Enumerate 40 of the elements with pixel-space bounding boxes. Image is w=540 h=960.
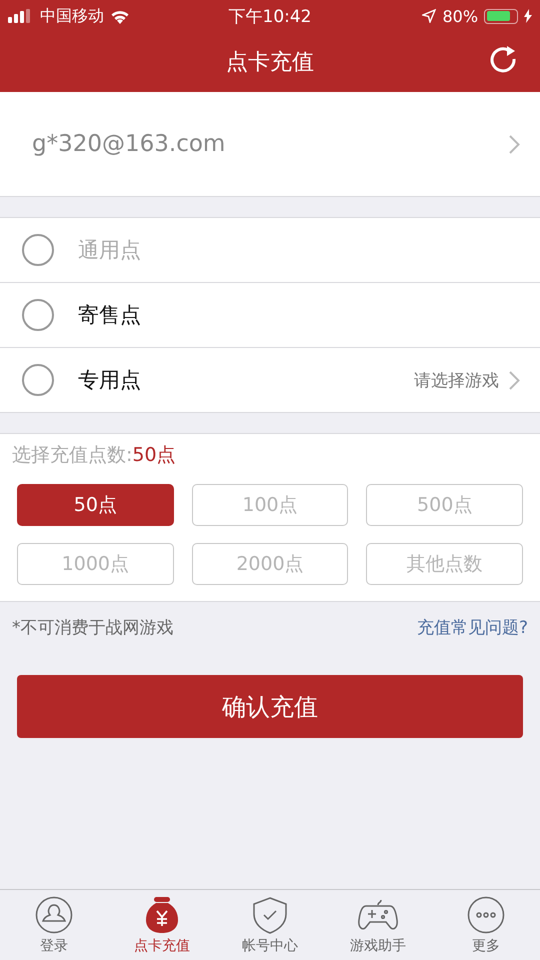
tab-label: 游戏助手 bbox=[350, 936, 406, 954]
tab-label: 帐号中心 bbox=[242, 936, 298, 954]
account-row[interactable]: g*320@163.com bbox=[0, 92, 540, 197]
point-type-label: 专用点 bbox=[78, 367, 142, 394]
point-type-option[interactable]: 寄售点 bbox=[0, 283, 540, 348]
restriction-note: *不可消费于战网游戏 bbox=[12, 617, 174, 639]
tab-item[interactable]: 登录 bbox=[0, 890, 108, 960]
account-email: g*320@163.com bbox=[32, 131, 226, 157]
radio-button[interactable] bbox=[22, 299, 54, 331]
confirm-button[interactable]: 确认充值 bbox=[17, 675, 523, 738]
page-title: 点卡充值 bbox=[226, 49, 314, 77]
shield-check-icon bbox=[251, 896, 289, 934]
more-icon bbox=[467, 896, 505, 934]
point-type-label: 通用点 bbox=[78, 237, 142, 264]
tab-label: 点卡充值 bbox=[134, 936, 190, 954]
chevron-icon bbox=[509, 134, 520, 154]
faq-link[interactable]: 充值常见问题? bbox=[416, 616, 528, 639]
amount-value: 50点 bbox=[132, 444, 176, 466]
money-bag-icon bbox=[143, 896, 181, 934]
user-icon bbox=[35, 896, 73, 934]
amount-label: 选择充值点数: bbox=[12, 444, 132, 466]
location-arrow-icon bbox=[422, 9, 436, 23]
tab-item[interactable]: 点卡充值 bbox=[108, 890, 216, 960]
radio-button[interactable] bbox=[22, 364, 54, 396]
tab-item[interactable]: 帐号中心 bbox=[216, 890, 324, 960]
tab-item[interactable]: 更多 bbox=[432, 890, 540, 960]
battery-percent: 80% bbox=[442, 6, 478, 26]
point-type-option[interactable]: 专用点 请选择游戏 bbox=[0, 348, 540, 412]
tab-label: 更多 bbox=[472, 936, 500, 954]
tab-item[interactable]: 游戏助手 bbox=[324, 890, 432, 960]
wifi-icon bbox=[110, 8, 130, 24]
chevron-icon bbox=[509, 370, 520, 390]
tab-label: 登录 bbox=[40, 936, 68, 954]
clock-time: 下午10:42 bbox=[228, 6, 312, 26]
point-type-label: 寄售点 bbox=[78, 302, 142, 329]
battery-icon bbox=[484, 8, 518, 24]
charging-bolt-icon bbox=[524, 9, 532, 23]
select-game-hint: 请选择游戏 bbox=[414, 370, 499, 392]
points-option[interactable]: 50点 bbox=[17, 484, 174, 526]
carrier-name: 中国移动 bbox=[40, 6, 104, 26]
